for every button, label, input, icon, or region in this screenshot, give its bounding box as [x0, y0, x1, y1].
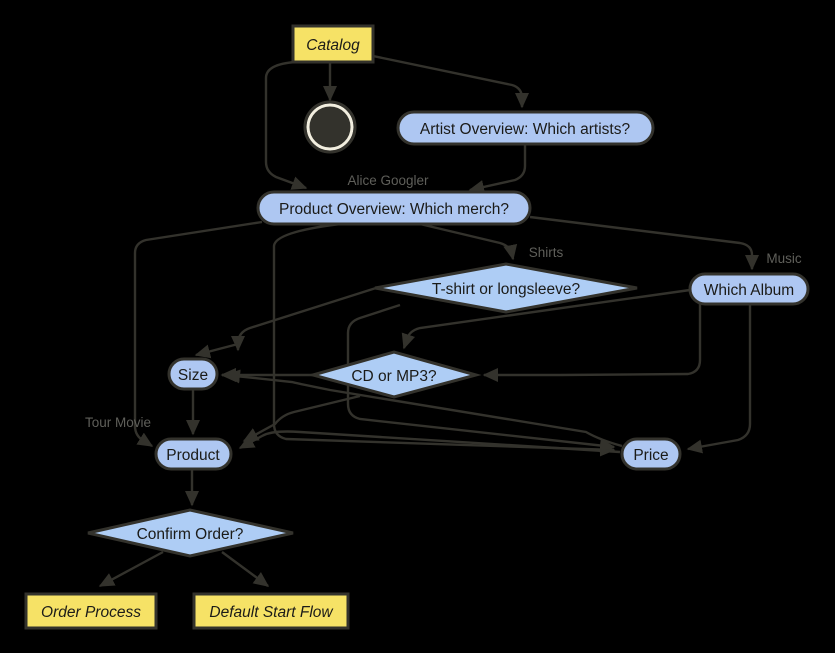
edge-label-alice-googler: Alice Googler — [347, 173, 429, 188]
node-product-label: Product — [166, 447, 220, 464]
node-product[interactable]: Product — [154, 437, 233, 471]
edge-label-music: Music — [766, 251, 802, 266]
node-catalog[interactable]: Catalog — [291, 24, 375, 64]
node-product-overview[interactable]: Product Overview: Which merch? — [256, 190, 532, 226]
node-artist-overview[interactable]: Artist Overview: Which artists? — [396, 110, 655, 146]
node-default-start-flow[interactable]: Default Start Flow — [192, 592, 350, 630]
edge-tshirt-to-size-arrow — [194, 342, 239, 359]
node-artist-overview-label: Artist Overview: Which artists? — [420, 121, 631, 138]
node-price-label: Price — [633, 447, 668, 464]
node-which-album[interactable]: Which Album — [688, 272, 810, 306]
edge-which-album-to-price — [686, 304, 752, 454]
node-product-overview-label: Product Overview: Which merch? — [279, 201, 509, 218]
flowchart-svg: Catalog Artist Overview: Which artists? … — [24, 24, 810, 630]
node-price[interactable]: Price — [620, 437, 682, 471]
node-end-circle-shape[interactable] — [306, 103, 354, 151]
edge-catalog-to-artist-overview — [372, 54, 529, 109]
node-confirm-order[interactable]: Confirm Order? — [87, 508, 294, 558]
edge-into-cdmp3-right-feed — [559, 302, 702, 377]
node-default-start-flow-label: Default Start Flow — [209, 604, 334, 621]
edge-product-overview-to-which-album — [529, 215, 759, 271]
node-tshirt-decision[interactable]: T-shirt or longsleeve? — [374, 262, 638, 314]
edge-product-overview-to-product — [133, 220, 263, 448]
edge-catalog-to-product-overview — [264, 60, 308, 190]
node-which-album-label: Which Album — [704, 282, 794, 299]
edge-product-overview-to-tshirt — [419, 222, 518, 261]
edge-confirm-order-to-order-process — [98, 550, 164, 588]
node-cdmp3-decision-label: CD or MP3? — [351, 368, 437, 385]
node-tshirt-decision-label: T-shirt or longsleeve? — [432, 281, 581, 298]
node-catalog-label: Catalog — [306, 37, 360, 54]
flowchart-canvas: Catalog Artist Overview: Which artists? … — [0, 0, 835, 653]
node-confirm-order-label: Confirm Order? — [137, 526, 244, 543]
edge-label-tour-movie: Tour Movie — [85, 415, 151, 430]
edge-label-shirts: Shirts — [529, 245, 564, 260]
node-order-process[interactable]: Order Process — [24, 592, 158, 630]
edge-confirm-order-to-default-start — [221, 551, 270, 587]
node-end-circle[interactable] — [303, 100, 357, 154]
node-size[interactable]: Size — [167, 357, 219, 391]
node-size-label: Size — [178, 367, 208, 384]
edge-cdmp3-to-size — [476, 374, 712, 396]
node-order-process-label: Order Process — [41, 604, 141, 621]
edge-artist-overview-to-product-overview — [468, 144, 527, 194]
